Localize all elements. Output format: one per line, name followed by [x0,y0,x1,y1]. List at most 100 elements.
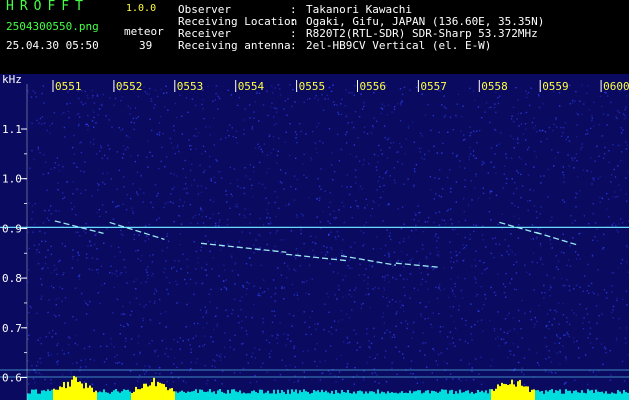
noise-dot [73,134,75,137]
x-tick-label: 0551 [55,80,82,93]
noise-dot [270,350,272,352]
noise-dot [565,357,567,359]
noise-dot [78,274,81,276]
activity-bar [535,390,537,400]
noise-dot [246,281,248,283]
noise-dot [559,337,561,339]
noise-dot [421,278,424,280]
noise-dot [491,359,493,361]
noise-dot [259,247,261,249]
noise-dot [563,252,565,254]
activity-bar [289,393,291,400]
noise-dot [400,102,402,104]
noise-dot [562,303,564,305]
noise-dot [403,310,405,313]
noise-dot [592,371,595,373]
noise-dot [574,196,577,199]
noise-dot [540,140,542,143]
noise-dot [30,96,33,98]
noise-dot [318,122,320,125]
activity-bar [263,393,265,400]
noise-dot [593,179,595,181]
noise-dot [480,383,483,386]
noise-dot [116,275,118,277]
noise-dot [571,157,573,159]
noise-dot [340,354,342,357]
noise-dot [625,116,627,118]
noise-dot [57,164,60,166]
activity-bar [497,384,499,400]
noise-dot [317,99,319,101]
noise-dot [514,368,516,370]
noise-dot [515,272,518,274]
noise-dot [432,312,434,314]
noise-dot [440,352,442,354]
noise-dot [28,247,30,250]
noise-dot [54,162,57,164]
y-tick-label: 1.1 [2,123,22,136]
noise-dot [415,224,417,227]
noise-dot [258,348,261,351]
noise-dot [591,119,593,122]
activity-bar [143,383,145,400]
noise-dot [74,287,77,289]
noise-dot [623,118,626,120]
noise-dot [38,243,40,246]
noise-dot [579,190,581,192]
noise-dot [533,326,535,328]
noise-dot [76,344,79,346]
noise-dot [405,320,407,322]
noise-dot [355,182,357,184]
noise-dot [202,145,205,147]
noise-dot [238,96,241,99]
noise-dot [172,381,175,383]
noise-dot [564,334,566,336]
noise-dot [280,182,283,184]
noise-dot [576,136,578,138]
noise-dot [189,203,192,206]
noise-dot [160,313,162,315]
noise-dot [366,133,369,135]
noise-dot [185,176,187,179]
noise-dot [208,293,210,295]
noise-dot [344,275,347,277]
noise-dot [504,165,506,167]
noise-dot [458,165,461,168]
noise-dot [275,107,277,110]
activity-bar [119,392,121,400]
noise-dot [510,350,512,352]
noise-dot [510,157,513,159]
noise-dot [386,329,388,331]
activity-bar [85,382,87,400]
noise-dot [587,85,589,87]
activity-bar [243,392,245,400]
noise-dot [89,358,92,361]
noise-dot [395,325,397,327]
noise-dot [114,383,116,385]
noise-dot [540,130,543,132]
noise-dot [477,197,480,199]
noise-dot [353,289,356,291]
activity-bar [271,393,273,400]
noise-dot [607,95,609,97]
noise-dot [37,148,39,150]
activity-bar [241,393,243,400]
noise-dot [226,201,228,203]
noise-dot [314,360,316,363]
noise-dot [114,255,116,258]
spectrogram: 1.11.00.90.80.70.6 0551 0552 0553 0554 0555 0… [0,74,629,400]
noise-dot [281,287,283,289]
noise-dot [569,245,571,247]
activity-bar [507,384,509,400]
noise-dot [204,150,206,153]
noise-dot [419,151,422,153]
noise-dot [50,168,52,170]
noise-dot [303,311,305,313]
noise-dot [87,97,89,99]
noise-dot [323,328,325,331]
noise-dot [27,231,29,233]
noise-dot [431,326,433,329]
noise-dot [552,129,554,132]
noise-dot [334,294,336,296]
noise-dot [151,340,153,342]
